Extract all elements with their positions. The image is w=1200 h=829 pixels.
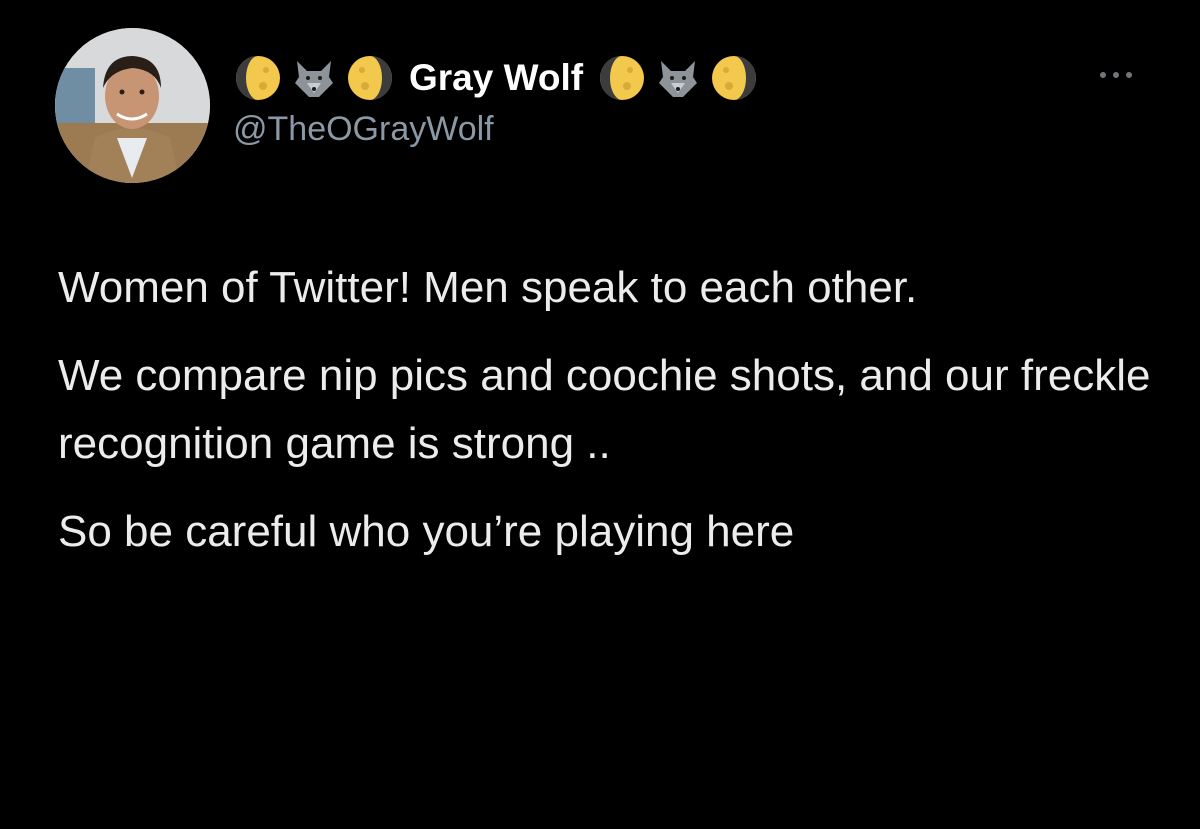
tweet-text: Women of Twitter! Men speak to each othe…: [58, 254, 1168, 586]
tweet-paragraph: We compare nip pics and coochie shots, a…: [58, 351, 1151, 468]
wolf-icon: [653, 53, 703, 103]
more-button[interactable]: [1091, 60, 1141, 90]
waning-gibbous-moon-icon: [345, 53, 395, 103]
avatar-image: [55, 28, 210, 183]
author-display-name[interactable]: Gray Wolf: [409, 57, 583, 99]
waxing-gibbous-moon-icon: [233, 53, 283, 103]
waning-gibbous-moon-icon: [709, 53, 759, 103]
tweet-paragraph: Women of Twitter! Men speak to each othe…: [58, 263, 918, 312]
tweet: Gray Wolf @TheOGrayWolf Women of Twitter…: [0, 0, 1200, 829]
waxing-gibbous-moon-icon: [597, 53, 647, 103]
tweet-paragraph: So be careful who you’re playing here: [58, 507, 795, 556]
avatar[interactable]: [55, 28, 210, 183]
author-name-row[interactable]: Gray Wolf: [233, 52, 759, 104]
author-handle[interactable]: @TheOGrayWolf: [233, 110, 494, 149]
more-horizontal-icon: [1100, 72, 1132, 78]
wolf-icon: [289, 53, 339, 103]
